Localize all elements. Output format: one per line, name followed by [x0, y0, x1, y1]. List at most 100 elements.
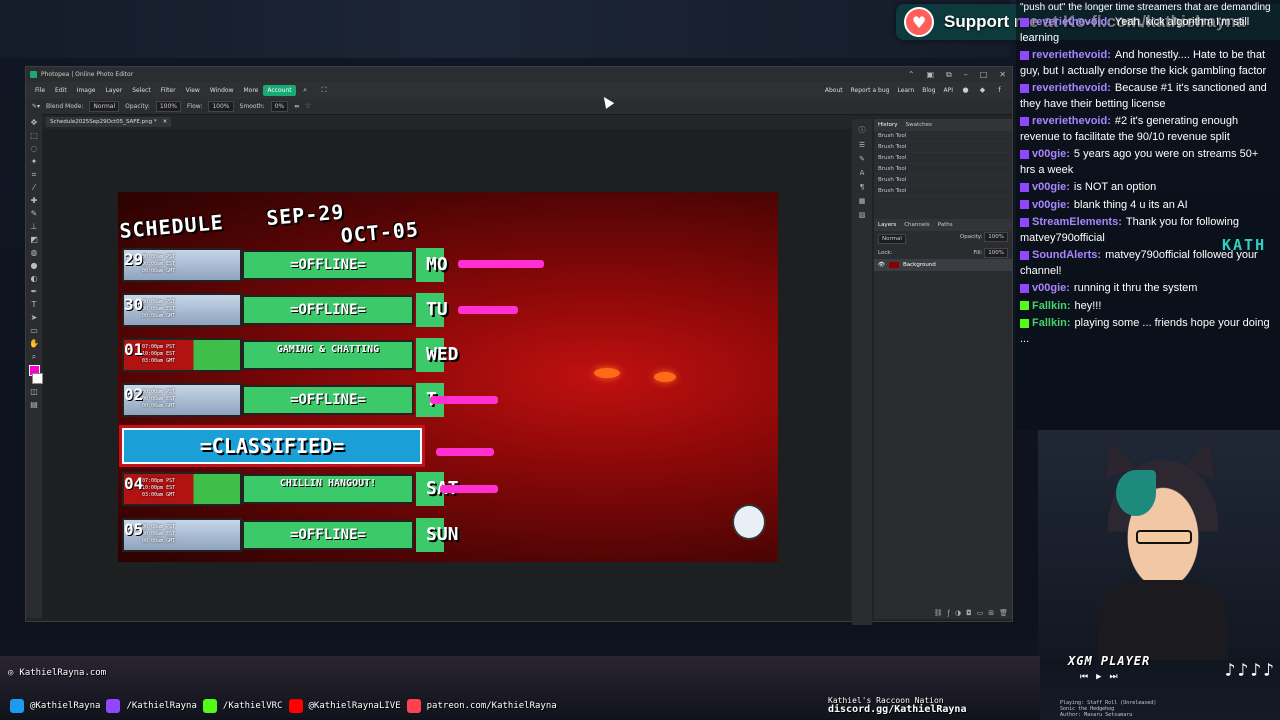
facebook-icon[interactable]: f [995, 86, 1004, 95]
flow-field[interactable]: 100% [208, 101, 234, 112]
menu-layer[interactable]: Layer [100, 87, 127, 94]
document-tab[interactable]: Schedule2025Sep29Oct05_SAFE.png * ✕ [46, 117, 172, 127]
blend-mode-select[interactable]: Normal [89, 101, 120, 112]
marquee-tool-icon[interactable]: ⬚ [29, 131, 39, 141]
tab-layers[interactable]: Layers [878, 222, 896, 228]
menu-window[interactable]: Window [205, 87, 239, 94]
schedule-row: 00:00am PST 00:00am EST 00:00am GMT 02 =… [122, 383, 592, 417]
move-tool-icon[interactable]: ✥ [29, 118, 39, 128]
close-icon[interactable]: ✕ [999, 70, 1006, 79]
lasso-tool-icon[interactable]: ◌ [29, 144, 39, 154]
avatar-glasses [1136, 530, 1192, 544]
link-api[interactable]: API [944, 87, 954, 94]
opacity-field[interactable]: 100% [155, 101, 181, 112]
path-select-icon[interactable]: ➤ [29, 313, 39, 323]
layer-blend-select[interactable]: Normal [878, 234, 906, 244]
quick-mask-icon[interactable]: ◫ [29, 387, 39, 397]
link-learn[interactable]: Learn [897, 87, 914, 94]
brush-panel-icon[interactable]: ✎ [859, 155, 865, 163]
text-tool-icon[interactable]: T [29, 300, 39, 310]
tab-history[interactable]: History [878, 122, 898, 128]
info-icon[interactable]: ⓘ [859, 125, 866, 135]
brush-tool-icon[interactable]: ✎ [29, 209, 39, 219]
history-item[interactable]: Brush Tool [874, 175, 1012, 186]
menu-edit[interactable]: Edit [50, 87, 72, 94]
tab-channels[interactable]: Channels [904, 222, 929, 228]
folder-icon[interactable]: ▭ [977, 609, 984, 617]
chevron-up-icon[interactable]: ⌃ [908, 70, 915, 79]
window-title: Photopea | Online Photo Editor [41, 71, 134, 78]
shape-tool-icon[interactable]: ▭ [29, 326, 39, 336]
trash-icon[interactable]: 🗑 [999, 609, 1008, 617]
fill-field[interactable]: 100% [984, 248, 1008, 258]
close-tab-icon[interactable]: ✕ [163, 119, 168, 125]
menu-image[interactable]: Image [72, 87, 101, 94]
new-layer-icon[interactable]: ⊞ [988, 609, 994, 617]
history-item[interactable]: Brush Tool [874, 131, 1012, 142]
heart-icon[interactable]: ♡ [305, 103, 310, 110]
fullscreen-icon[interactable]: ⛶ [315, 86, 334, 95]
menu-select[interactable]: Select [127, 87, 156, 94]
minimize-icon[interactable]: – [964, 70, 968, 79]
twitter-icon[interactable]: ◆ [978, 86, 987, 95]
history-item[interactable]: Brush Tool [874, 164, 1012, 175]
menu-filter[interactable]: Filter [156, 87, 181, 94]
magic-wand-icon[interactable]: ✦ [29, 157, 39, 167]
paragraph-icon[interactable]: ¶ [860, 183, 864, 191]
maximize-icon[interactable]: □ [980, 70, 988, 79]
history-item[interactable]: Brush Tool [874, 142, 1012, 153]
fx-icon[interactable]: ƒ [947, 609, 949, 617]
screen-mode-icon[interactable]: ▤ [29, 400, 39, 410]
tab-swatches[interactable]: Swatches [906, 122, 932, 128]
symmetry-icon[interactable]: ⇹ [294, 103, 299, 110]
reddit-icon[interactable]: ● [961, 86, 970, 95]
mask-icon[interactable]: ◘ [966, 609, 972, 617]
link-blog[interactable]: Blog [922, 87, 935, 94]
blur-tool-icon[interactable]: ● [29, 261, 39, 271]
image-icon[interactable]: ▨ [859, 211, 866, 219]
schedule-word: SCHEDULE [118, 209, 225, 243]
menu-view[interactable]: View [181, 87, 205, 94]
smooth-field[interactable]: 0% [270, 101, 289, 112]
tab-paths[interactable]: Paths [938, 222, 953, 228]
layer-lock-row: Lock: Fill: 100% [874, 247, 1012, 259]
chat-username: SoundAlerts: [1032, 249, 1102, 261]
properties-icon[interactable]: ☰ [859, 141, 865, 149]
glowing-eye-right [654, 372, 676, 382]
hand-tool-icon[interactable]: ✋ [29, 339, 39, 349]
crop-tool-icon[interactable]: ⌗ [29, 170, 39, 180]
search-icon[interactable]: ⌕ [296, 86, 315, 95]
link-layers-icon[interactable]: ⛓ [934, 609, 943, 617]
brush-preset-icon[interactable]: ✎▾ [32, 103, 40, 110]
healing-brush-icon[interactable]: ✚ [29, 196, 39, 206]
menu-more[interactable]: More [239, 87, 264, 94]
eyedropper-icon[interactable]: ⁄ [29, 183, 39, 193]
zoom-tool-icon[interactable]: ⌕ [29, 352, 39, 362]
character-icon[interactable]: A [860, 169, 865, 177]
schedule-image[interactable]: SCHEDULE SEP-29 OCT-05 00:00am PST 00:00… [118, 192, 778, 562]
menu-file[interactable]: File [30, 87, 50, 94]
dodge-tool-icon[interactable]: ◐ [29, 274, 39, 284]
layer-opacity-field[interactable]: 100% [984, 232, 1008, 242]
account-button[interactable]: Account [263, 85, 296, 96]
chat-text: running it thru the system [1073, 282, 1198, 294]
link-report-bug[interactable]: Report a bug [851, 87, 890, 94]
chat-message: v00gie: is NOT an option [1016, 179, 1280, 197]
history-item[interactable]: Brush Tool [874, 153, 1012, 164]
css-icon[interactable]: ▦ [859, 197, 866, 205]
layer-item[interactable]: 👁 Background [874, 259, 1012, 271]
pen-tool-icon[interactable]: ✒ [29, 287, 39, 297]
eraser-icon[interactable]: ◩ [29, 235, 39, 245]
adjustment-icon[interactable]: ◑ [955, 609, 961, 617]
paint-bucket-icon[interactable]: ◍ [29, 248, 39, 258]
tabs-icon[interactable]: ⧉ [946, 70, 952, 80]
layer-thumbnail [888, 262, 899, 268]
layer-blend-row: Normal Opacity: 100% [874, 231, 1012, 247]
background-color-swatch[interactable] [31, 373, 43, 384]
clone-stamp-icon[interactable]: ⊥ [29, 222, 39, 232]
link-about[interactable]: About [825, 87, 843, 94]
bookmark-icon[interactable]: ▣ [926, 70, 934, 79]
eye-visibility-icon[interactable]: 👁 [878, 262, 885, 268]
chat-username: reverieth​evoid: [1032, 82, 1111, 94]
history-item[interactable]: Brush Tool [874, 186, 1012, 197]
